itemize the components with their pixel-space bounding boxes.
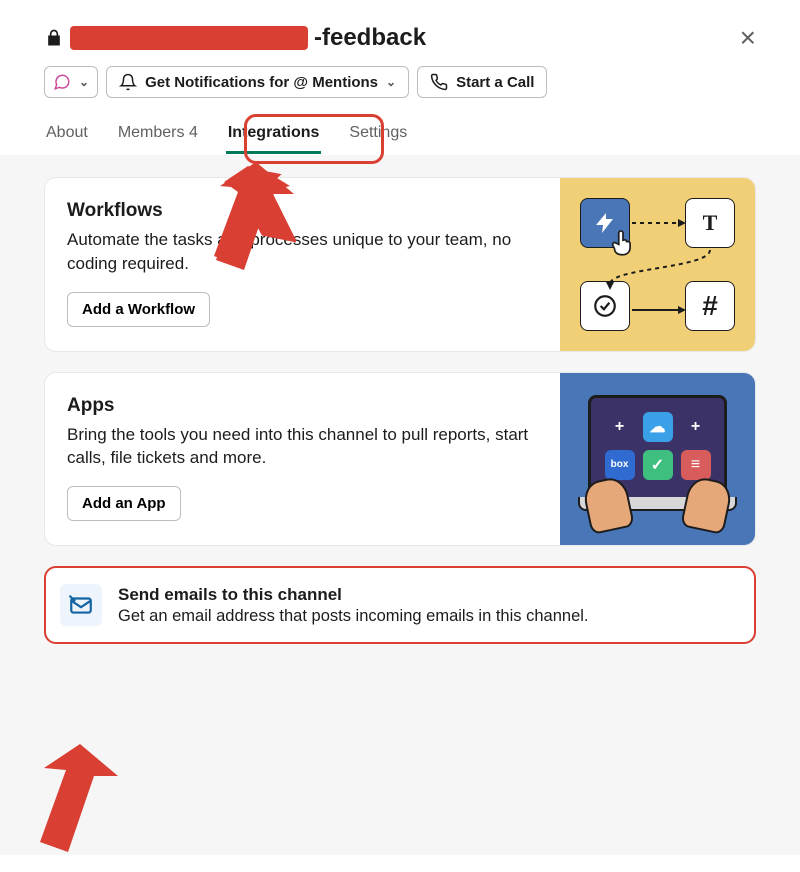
channel-title: -feedback [44,24,426,52]
email-text: Send emails to this channel Get an email… [118,585,589,626]
start-call-button[interactable]: Start a Call [417,66,547,98]
cursor-hand-icon [606,226,640,260]
start-call-label: Start a Call [456,74,534,91]
workflows-desc: Automate the tasks and processes unique … [67,228,538,276]
tab-settings[interactable]: Settings [347,112,409,154]
chevron-down-icon: ⌄ [79,75,89,89]
workflows-body: Workflows Automate the tasks and process… [45,178,560,351]
add-app-button[interactable]: Add an App [67,486,181,521]
email-desc: Get an email address that posts incoming… [118,607,589,626]
apps-desc: Bring the tools you need into this chann… [67,423,538,471]
tab-bar: About Members 4 Integrations Settings [0,112,800,155]
channel-options-button[interactable]: ⌄ [44,66,98,98]
chat-link-icon [53,73,71,91]
modal-header: -feedback × [0,0,800,62]
email-title: Send emails to this channel [118,585,589,605]
lock-icon [44,28,64,48]
close-icon[interactable]: × [740,24,756,52]
email-icon-box [60,584,102,626]
workflows-title: Workflows [67,200,538,222]
notifications-label: Get Notifications for @ Mentions [145,74,378,91]
apps-illustration: + ☁ + box ✓ ≡ [560,373,755,546]
apps-title: Apps [67,395,538,417]
tab-about[interactable]: About [44,112,90,154]
apps-body: Apps Bring the tools you need into this … [45,373,560,546]
content-area: Workflows Automate the tasks and process… [0,155,800,855]
chevron-down-icon: ⌄ [386,75,396,89]
email-icon [68,592,94,618]
notifications-button[interactable]: Get Notifications for @ Mentions ⌄ [106,66,409,98]
add-workflow-button[interactable]: Add a Workflow [67,292,210,327]
redacted-channel-name [70,26,308,50]
tab-members[interactable]: Members 4 [116,112,200,154]
bell-icon [119,73,137,91]
apps-card: Apps Bring the tools you need into this … [44,372,756,547]
workflows-illustration: T # [560,178,755,351]
tab-integrations[interactable]: Integrations [226,112,322,154]
phone-icon [430,73,448,91]
workflows-card: Workflows Automate the tasks and process… [44,177,756,352]
channel-name-suffix: -feedback [314,24,426,52]
workflow-connectors [560,178,755,351]
send-emails-row[interactable]: Send emails to this channel Get an email… [44,566,756,644]
action-buttons-row: ⌄ Get Notifications for @ Mentions ⌄ Sta… [0,62,800,112]
